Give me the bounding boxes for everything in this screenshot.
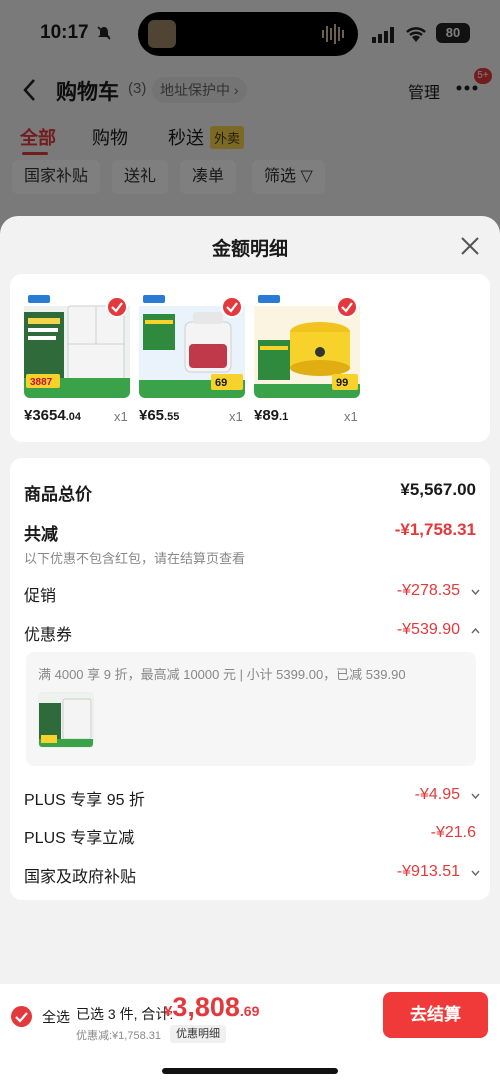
select-all-label[interactable]: 全选 [42,1007,70,1027]
plus-direct-label: PLUS 专享立减 [24,830,135,847]
home-indicator[interactable] [162,1068,338,1074]
product-quantity: x1 [114,409,128,424]
row-total-discount: 共减 -¥1,758.31 [24,520,476,544]
coupon-detail-box: 满 4000 享 9 折，最高减 10000 元 | 小计 5399.00，已减… [26,652,476,766]
row-gov-subsidy[interactable]: 国家及政府补贴 -¥913.51 [24,863,480,887]
row-coupon[interactable]: 优惠券 -¥539.90 [24,621,480,645]
product-quantity: x1 [344,409,358,424]
total-price-value: ¥5,567.00 [400,480,476,499]
discount-detail-button[interactable]: 优惠明细 [170,1025,226,1043]
price-decimal: .55 [164,411,180,423]
amount-breakdown-card: 商品总价 ¥5,567.00 共减 -¥1,758.31 以下优惠不包含红包，请… [10,458,490,900]
amount-detail-sheet: 金额明细 3887 ¥3654.04 x1 69 ¥65.55 x1 99 ¥8… [0,216,500,1083]
total-discount-label: 共减 [24,525,58,544]
product-price: ¥3654.04 [24,407,81,424]
product-price: ¥65.55 [139,407,179,424]
chevron-up-icon[interactable] [471,628,480,634]
selected-count-label: 已选 3 件, 合计: [76,1006,174,1022]
total-decimal: .69 [239,1003,260,1019]
product-quantity: x1 [229,409,243,424]
selected-check-icon[interactable] [336,296,358,318]
row-total-price: 商品总价 ¥5,567.00 [24,480,476,504]
gov-subsidy-value: -¥913.51 [396,863,460,880]
selected-products-card: 3887 ¥3654.04 x1 69 ¥65.55 x1 99 ¥89.1 x… [10,274,490,442]
plus-95-value: -¥4.95 [414,786,460,803]
selected-check-icon[interactable] [106,296,128,318]
sheet-title: 金额明细 [211,239,288,260]
selected-check-icon[interactable] [221,296,243,318]
gov-subsidy-label: 国家及政府补贴 [24,869,137,886]
close-icon[interactable] [460,236,480,256]
total-price-label: 商品总价 [24,485,92,504]
row-plus-direct: PLUS 专享立减 -¥21.6 [24,824,476,848]
discount-note: 以下优惠不包含红包，请在结算页查看 [24,551,246,566]
price-decimal: .1 [279,411,289,423]
chevron-down-icon[interactable] [471,870,480,876]
price-integer: ¥65 [139,407,165,424]
coupon-product-thumbnail [38,692,94,748]
price-integer: ¥3654 [24,407,66,424]
product-thumb-tag: 3887 [30,377,53,388]
row-plus-95[interactable]: PLUS 专享 95 折 -¥4.95 [24,786,480,810]
total-amount: ¥3,808.69 [164,992,259,1023]
plus-direct-value: -¥21.6 [430,824,476,841]
select-all-check-icon[interactable] [11,1006,32,1027]
product-price: ¥89.1 [254,407,288,424]
product-thumb-tag: 69 [215,377,227,389]
checkout-button[interactable]: 去结算 [383,992,488,1038]
coupon-value: -¥539.90 [396,621,460,638]
chevron-down-icon[interactable] [471,793,480,799]
chevron-down-icon[interactable] [471,589,480,595]
price-integer: ¥89 [254,407,280,424]
coupon-detail-text: 满 4000 享 9 折，最高减 10000 元 | 小计 5399.00，已减… [38,667,406,682]
price-decimal: .04 [65,411,82,423]
promotion-value: -¥278.35 [396,582,460,599]
total-discount-value: -¥1,758.31 [394,520,476,539]
total-integer: 3,808 [172,992,240,1022]
saved-amount-label: 优惠减:¥1,758.31 [76,1030,161,1042]
product-thumb-tag: 99 [336,377,348,389]
promotion-label: 促销 [24,588,57,605]
row-promotion[interactable]: 促销 -¥278.35 [24,582,480,606]
coupon-label: 优惠券 [24,627,73,644]
checkout-bar: 全选 已选 3 件, 合计: ¥3,808.69 优惠减:¥1,758.31 优… [0,984,500,1083]
plus-95-label: PLUS 专享 95 折 [24,792,145,809]
